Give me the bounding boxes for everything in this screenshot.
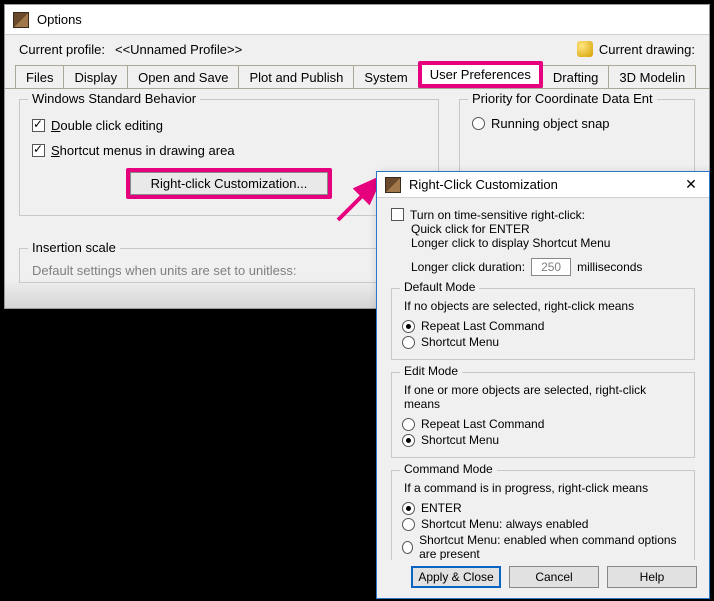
radio-label: Shortcut Menu: always enabled — [421, 517, 588, 531]
checkbox-time-sensitive[interactable]: Turn on time-sensitive right-click: — [391, 208, 695, 222]
current-drawing-label: Current drawing: — [599, 42, 695, 57]
radio-icon — [402, 418, 415, 431]
checkbox-label: Shortcut menus in drawing area — [51, 143, 235, 158]
radio-running-object-snap[interactable]: Running object snap — [472, 116, 682, 131]
radio-label: Repeat Last Command — [421, 319, 544, 333]
checkbox-label: Double click editing — [51, 118, 163, 133]
insertion-desc: Default settings when units are set to u… — [32, 263, 426, 278]
default-mode-desc: If no objects are selected, right-click … — [404, 299, 684, 313]
checkbox-double-click-editing[interactable]: Double click editing — [32, 118, 426, 133]
edit-mode-legend: Edit Mode — [400, 364, 462, 378]
radio-icon — [402, 320, 415, 333]
group-edit-mode: Edit Mode If one or more objects are sel… — [391, 372, 695, 458]
tab-plot-publish[interactable]: Plot and Publish — [238, 65, 354, 88]
ts-line1: Quick click for ENTER — [411, 222, 695, 236]
tab-drafting[interactable]: Drafting — [542, 65, 610, 88]
profile-value: <<Unnamed Profile>> — [115, 42, 242, 57]
profile-row: Current profile: <<Unnamed Profile>> Cur… — [5, 35, 709, 61]
checkbox-shortcut-menus[interactable]: Shortcut menus in drawing area — [32, 143, 426, 158]
titlebar: Options — [5, 5, 709, 35]
radio-edit-repeat[interactable]: Repeat Last Command — [402, 417, 684, 431]
checkbox-icon — [32, 119, 45, 132]
tab-open-save[interactable]: Open and Save — [127, 65, 239, 88]
radio-default-shortcut[interactable]: Shortcut Menu — [402, 335, 684, 349]
tab-display[interactable]: Display — [63, 65, 128, 88]
ts-line2: Longer click to display Shortcut Menu — [411, 236, 695, 250]
right-click-customization-button[interactable]: Right-click Customization... — [126, 168, 333, 199]
window-title: Options — [37, 12, 82, 27]
tab-3d-modeling[interactable]: 3D Modelin — [608, 65, 696, 88]
radio-icon — [402, 502, 415, 515]
duration-input[interactable]: 250 — [531, 258, 571, 276]
default-mode-legend: Default Mode — [400, 280, 479, 294]
duration-unit: milliseconds — [577, 260, 642, 274]
tab-system[interactable]: System — [353, 65, 418, 88]
help-button[interactable]: Help — [607, 566, 697, 588]
command-mode-desc: If a command is in progress, right-click… — [404, 481, 684, 495]
tab-files[interactable]: Files — [15, 65, 64, 88]
edit-mode-desc: If one or more objects are selected, rig… — [404, 383, 684, 411]
radio-cmd-enter[interactable]: ENTER — [402, 501, 684, 515]
duration-label: Longer click duration: — [411, 260, 525, 274]
close-icon[interactable]: ✕ — [681, 175, 701, 195]
group-default-mode: Default Mode If no objects are selected,… — [391, 288, 695, 360]
radio-label: ENTER — [421, 501, 462, 515]
apply-close-button[interactable]: Apply & Close — [411, 566, 501, 588]
radio-icon — [402, 434, 415, 447]
wsb-legend: Windows Standard Behavior — [28, 91, 200, 106]
radio-icon — [472, 117, 485, 130]
checkbox-label: Turn on time-sensitive right-click: — [410, 208, 585, 222]
radio-cmd-always[interactable]: Shortcut Menu: always enabled — [402, 517, 684, 531]
group-command-mode: Command Mode If a command is in progress… — [391, 470, 695, 560]
dialog-titlebar: Right-Click Customization ✕ — [377, 172, 709, 198]
app-icon — [13, 12, 29, 28]
radio-default-repeat[interactable]: Repeat Last Command — [402, 319, 684, 333]
tabs: Files Display Open and Save Plot and Pub… — [5, 61, 709, 89]
radio-edit-shortcut[interactable]: Shortcut Menu — [402, 433, 684, 447]
app-icon — [385, 177, 401, 193]
radio-cmd-when-options[interactable]: Shortcut Menu: enabled when command opti… — [402, 533, 684, 560]
radio-label: Running object snap — [491, 116, 610, 131]
drawing-icon — [577, 41, 593, 57]
profile-label: Current profile: — [19, 42, 105, 57]
radio-label: Shortcut Menu: enabled when command opti… — [419, 533, 684, 560]
dialog-button-row: Apply & Close Cancel Help — [377, 560, 709, 598]
command-mode-legend: Command Mode — [400, 462, 497, 476]
cancel-button[interactable]: Cancel — [509, 566, 599, 588]
tab-user-preferences[interactable]: User Preferences — [418, 61, 543, 88]
radio-icon — [402, 541, 413, 554]
radio-icon — [402, 336, 415, 349]
radio-icon — [402, 518, 415, 531]
dialog-title: Right-Click Customization — [409, 177, 558, 192]
priority-legend: Priority for Coordinate Data Ent — [468, 91, 657, 106]
radio-label: Repeat Last Command — [421, 417, 544, 431]
checkbox-icon — [32, 144, 45, 157]
insertion-legend: Insertion scale — [28, 240, 120, 255]
right-click-customization-dialog: Right-Click Customization ✕ Turn on time… — [376, 171, 710, 599]
radio-label: Shortcut Menu — [421, 433, 499, 447]
dialog-body: Turn on time-sensitive right-click: Quic… — [377, 198, 709, 560]
radio-label: Shortcut Menu — [421, 335, 499, 349]
checkbox-icon — [391, 208, 404, 221]
